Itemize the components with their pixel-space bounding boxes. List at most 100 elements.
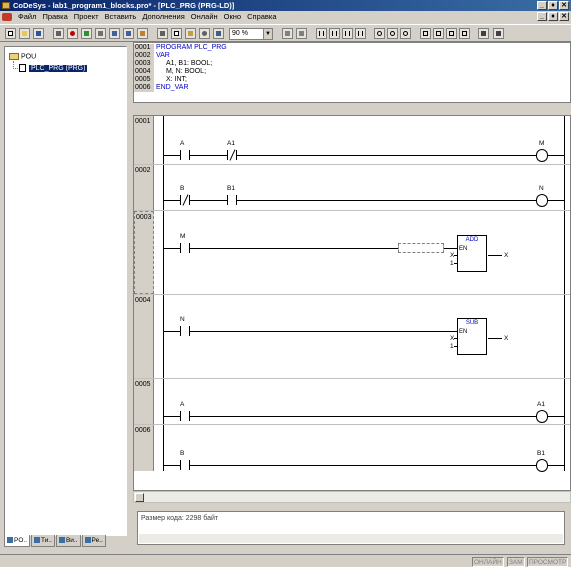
resource-icon: [84, 537, 91, 544]
reset-coil-icon[interactable]: [400, 28, 411, 39]
menu-file[interactable]: Файл: [15, 11, 39, 23]
set-coil-icon[interactable]: [387, 28, 398, 39]
rung-wire: [163, 465, 564, 466]
new-icon[interactable]: [5, 28, 16, 39]
minimize-button[interactable]: _: [537, 1, 547, 10]
contact-label: B: [180, 185, 185, 192]
save-icon[interactable]: [33, 28, 44, 39]
coil[interactable]: [536, 410, 548, 423]
coil[interactable]: [536, 194, 548, 207]
menu-insert[interactable]: Вставить: [102, 11, 140, 23]
negated-parallel-contact-icon[interactable]: [355, 28, 366, 39]
tab-pous[interactable]: PO..: [4, 535, 31, 547]
scroll-left-icon[interactable]: [135, 493, 144, 502]
pencil-icon[interactable]: [478, 28, 489, 39]
decl-line: 0002 VAR: [134, 52, 170, 60]
copy-icon[interactable]: [171, 28, 182, 39]
editor-splitter[interactable]: [133, 103, 571, 115]
mdi-close-button[interactable]: ✕: [559, 12, 569, 21]
network-5[interactable]: 0005 A A1: [134, 379, 570, 425]
contact[interactable]: [180, 150, 190, 160]
network-6[interactable]: 0006 B B1: [134, 425, 570, 472]
tab-resources[interactable]: Ре..: [81, 535, 106, 547]
pin-en: EN: [459, 246, 468, 252]
output-wire: [488, 255, 502, 256]
ladder-editor[interactable]: 0001 A A1 M 0002 B B1 N 0003 M ADD EN X …: [133, 115, 571, 491]
tab-datatypes[interactable]: Ти..: [31, 535, 55, 547]
coil-icon[interactable]: [374, 28, 385, 39]
pin-output-x: X: [504, 335, 509, 342]
chevron-down-icon[interactable]: ▼: [263, 29, 272, 39]
decl-line: 0003 A1, B1: BOOL;: [134, 60, 213, 68]
negated-contact[interactable]: [227, 150, 237, 160]
tree-item-label: PLC_PRG (PRG): [29, 64, 88, 72]
visualization-icon: [58, 537, 65, 544]
network-1[interactable]: 0001 A A1 M: [134, 116, 570, 165]
contact-label: B: [180, 450, 185, 457]
logout-icon[interactable]: [123, 28, 134, 39]
object-organizer: POU PLC_PRG (PRG): [4, 46, 127, 536]
network-4[interactable]: 0004 N SUB EN X 1 X: [134, 295, 570, 379]
replace-icon[interactable]: [213, 28, 224, 39]
declaration-editor[interactable]: 0001 PROGRAM PLC_PRG 0002 VAR 0003 A1, B…: [133, 42, 571, 103]
coil[interactable]: [536, 459, 548, 472]
selection-placeholder[interactable]: [398, 243, 444, 253]
network-3[interactable]: 0003 M ADD EN X 1 X: [134, 211, 570, 295]
stop-icon[interactable]: [67, 28, 78, 39]
close-button[interactable]: ✕: [559, 1, 569, 10]
contact[interactable]: [227, 195, 237, 205]
negated-contact-icon[interactable]: [342, 28, 353, 39]
message-text: Размер кода: 2298 байт: [141, 515, 219, 522]
menu-edit[interactable]: Правка: [39, 11, 70, 23]
network-icon[interactable]: [296, 28, 307, 39]
zoom-select[interactable]: 90 % ▼: [229, 28, 273, 40]
contact-icon[interactable]: [316, 28, 327, 39]
contact[interactable]: [180, 411, 190, 421]
message-window[interactable]: Размер кода: 2298 байт: [137, 511, 565, 545]
tree-item-plc-prg[interactable]: PLC_PRG (PRG): [19, 64, 88, 72]
return-icon[interactable]: [459, 28, 470, 39]
horizontal-scrollbar[interactable]: [133, 491, 571, 503]
menu-help[interactable]: Справка: [244, 11, 279, 23]
sub-block[interactable]: SUB EN: [457, 318, 487, 355]
tree-root-label: POU: [21, 53, 37, 61]
contact[interactable]: [180, 243, 190, 253]
menu-extras[interactable]: Дополнения: [139, 11, 187, 23]
mdi-minimize-button[interactable]: _: [537, 12, 547, 21]
document-icon[interactable]: [2, 13, 12, 21]
step-icon[interactable]: [95, 28, 106, 39]
message-scrollbar[interactable]: [139, 534, 563, 543]
jump-icon[interactable]: [446, 28, 457, 39]
find-icon[interactable]: [199, 28, 210, 39]
tab-visualizations[interactable]: Ви..: [55, 535, 81, 547]
menu-window[interactable]: Окно: [221, 11, 244, 23]
block-name: ADD: [465, 237, 479, 243]
menu-online[interactable]: Онлайн: [188, 11, 221, 23]
parallel-contact-icon[interactable]: [329, 28, 340, 39]
run-icon[interactable]: [81, 28, 92, 39]
contact-label: A: [180, 401, 185, 408]
mdi-restore-button[interactable]: ♦: [548, 12, 558, 21]
contact[interactable]: [180, 326, 190, 336]
left-power-rail: [163, 211, 164, 294]
cut-icon[interactable]: [157, 28, 168, 39]
coil[interactable]: [536, 149, 548, 162]
restore-button[interactable]: ♦: [548, 1, 558, 10]
operator-icon[interactable]: [433, 28, 444, 39]
negated-contact[interactable]: [180, 195, 190, 205]
menu-project[interactable]: Проект: [71, 11, 102, 23]
compile-icon[interactable]: [53, 28, 64, 39]
tree-root[interactable]: POU: [9, 53, 36, 60]
title-bar: CoDeSys - lab1_program1_blocks.pro* - [P…: [0, 0, 571, 11]
paste-icon[interactable]: [185, 28, 196, 39]
cursor-icon[interactable]: [493, 28, 504, 39]
open-icon[interactable]: [19, 28, 30, 39]
function-block-icon[interactable]: [420, 28, 431, 39]
comment-icon[interactable]: [282, 28, 293, 39]
rung-wire: [163, 331, 457, 332]
add-block[interactable]: ADD EN: [457, 235, 487, 272]
network-2[interactable]: 0002 B B1 N: [134, 165, 570, 211]
login-icon[interactable]: [109, 28, 120, 39]
contact[interactable]: [180, 460, 190, 470]
watch-icon[interactable]: [137, 28, 148, 39]
